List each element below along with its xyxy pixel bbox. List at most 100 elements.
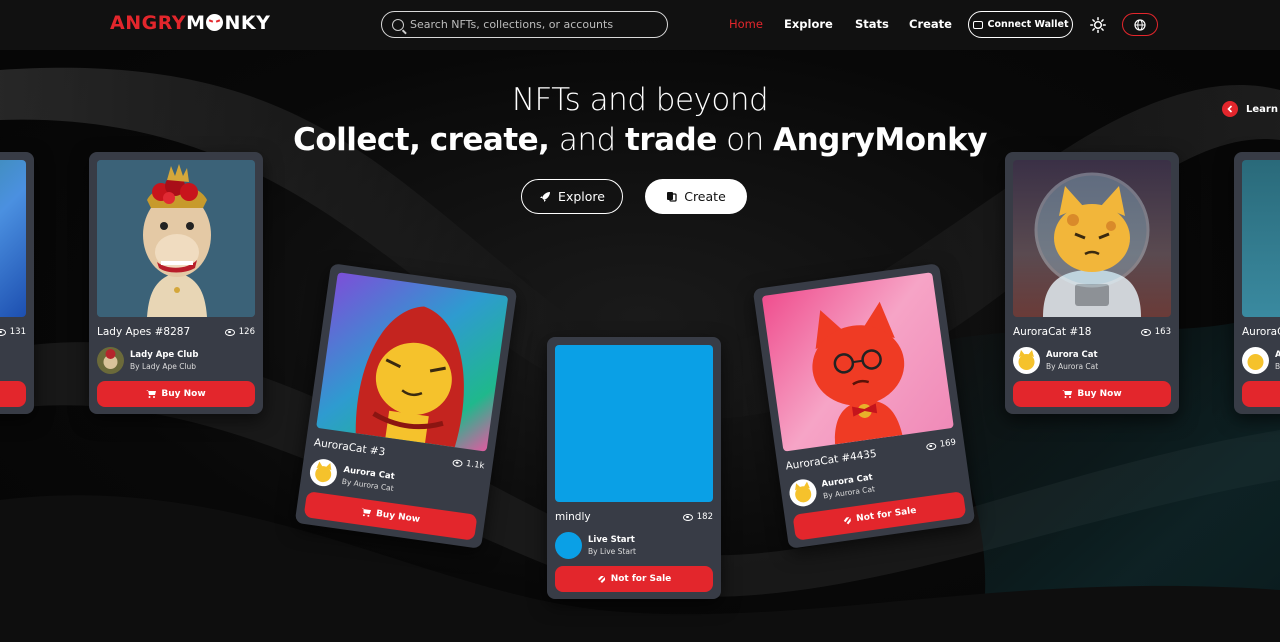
not-for-sale-label: Not for Sale [610, 574, 672, 584]
tag-off-icon [842, 515, 851, 526]
search-icon [392, 18, 404, 31]
angrymonky-logo[interactable]: ANGRYM NKY [110, 12, 270, 34]
monkey-face-icon [206, 14, 224, 31]
nft-card-lady-apes[interactable]: Lady Apes #8287 126 Lady Ape Club By Lad… [89, 152, 263, 414]
view-count: 182 [696, 512, 713, 522]
nft-card[interactable]: AuroraC A B [1234, 152, 1280, 414]
nft-name: mindly [555, 511, 591, 523]
aurora-cat-glasses-illustration [812, 301, 905, 445]
learn-label: Learn [1246, 103, 1278, 115]
nav-link-create[interactable]: Create [909, 17, 952, 31]
search-input[interactable] [410, 18, 650, 31]
create-button[interactable]: Create [645, 179, 747, 214]
nft-artwork [316, 272, 509, 452]
title-word-on: on [726, 122, 764, 158]
nft-card-auroracat-4435[interactable]: AuroraCat #4435 169 Aurora Cat By Aurora… [752, 263, 976, 549]
buy-now-button[interactable] [1242, 381, 1280, 407]
language-button[interactable] [1122, 13, 1158, 36]
connect-wallet-label: Connect Wallet [987, 19, 1069, 30]
eye-icon [682, 513, 693, 521]
title-word-trade: trade [625, 122, 717, 158]
wallet-icon [972, 20, 983, 29]
title-word-create: create, [429, 122, 550, 158]
nav-link-home[interactable]: Home [729, 17, 763, 31]
aurora-cat-hood-illustration [355, 306, 464, 448]
nft-artwork [1013, 160, 1171, 317]
nft-artwork [761, 272, 954, 452]
avatar [308, 456, 339, 488]
not-for-sale-label: Not for Sale [855, 505, 918, 525]
collection-name[interactable]: A [1275, 350, 1280, 360]
view-count: 169 [939, 437, 957, 450]
logo-text-nky: NKY [224, 12, 271, 34]
learn-link[interactable]: Learn [1222, 101, 1278, 117]
collection-name[interactable]: Live Start [588, 535, 636, 545]
eye-icon [0, 328, 6, 336]
collection-creator: By Live Start [588, 546, 636, 556]
not-for-sale-button[interactable]: Not for Sale [555, 566, 713, 592]
buy-now-label: Buy Now [1077, 389, 1122, 399]
collection-name[interactable]: Lady Ape Club [130, 350, 198, 360]
create-button-label: Create [684, 189, 726, 204]
cart-icon [1062, 390, 1073, 398]
lady-ape-illustration [97, 160, 255, 317]
nft-artwork [1242, 160, 1280, 317]
title-word-and: and [558, 122, 616, 158]
chevron-left-icon [1222, 101, 1238, 117]
avatar [555, 531, 582, 559]
nft-name: AuroraCat #3 [313, 436, 386, 459]
view-count: 163 [1154, 327, 1171, 337]
eye-icon [925, 441, 937, 451]
title-word-collect: Collect, [293, 122, 421, 158]
cart-icon [146, 390, 157, 398]
explore-button-label: Explore [558, 189, 605, 204]
logo-text-angry: ANGRY [110, 12, 187, 34]
avatar [1242, 346, 1269, 374]
hero-title-line1: NFTs and beyond [511, 82, 769, 118]
buy-now-button[interactable]: Buy Now [97, 381, 255, 407]
view-count: 126 [238, 327, 255, 337]
collection-creator: By Lady Ape Club [130, 361, 197, 371]
explore-button[interactable]: Explore [521, 179, 623, 214]
nav-link-stats[interactable]: Stats [855, 17, 889, 31]
avatar [787, 477, 819, 508]
buy-now-label: Buy Now [375, 508, 421, 525]
avatar [1013, 346, 1040, 374]
aurora-cat-astronaut-illustration [1034, 172, 1150, 317]
connect-wallet-button[interactable]: Connect Wallet [968, 11, 1073, 38]
title-word-brand: AngryMonky [773, 122, 987, 158]
nft-card-mindly[interactable]: mindly 182 Live Start By Live Start Not … [547, 337, 721, 599]
nav-link-explore[interactable]: Explore [784, 17, 833, 31]
view-count: 131 [9, 327, 26, 337]
nft-artwork [555, 345, 713, 502]
nft-card-auroracat-3[interactable]: AuroraCat #3 1.1k Aurora Cat By Aurora C… [294, 263, 518, 549]
cart-icon [361, 507, 372, 517]
create-icon [667, 192, 677, 202]
eye-icon [224, 328, 235, 336]
tag-off-icon [596, 574, 606, 584]
buy-now-button[interactable]: Buy Now [1013, 381, 1171, 407]
search-bar[interactable] [381, 11, 668, 38]
buy-now-label: Buy Now [161, 389, 206, 399]
collection-creator: B [1275, 361, 1280, 371]
nft-card[interactable]: 131 [0, 152, 34, 414]
sun-icon[interactable] [1090, 17, 1106, 33]
nft-card-auroracat-18[interactable]: AuroraCat #18 163 Aurora Cat By Aurora C… [1005, 152, 1179, 414]
collection-creator: By Aurora Cat [1046, 361, 1099, 371]
hero-section: NFTs and beyond Collect, create, and tra… [0, 50, 1280, 642]
logo-text-m: M [186, 12, 206, 34]
globe-icon [1134, 18, 1146, 31]
rocket-icon [540, 191, 551, 202]
buy-now-button[interactable] [0, 381, 26, 407]
nft-name: AuroraCat #18 [1013, 326, 1092, 338]
collection-name[interactable]: Aurora Cat [1046, 350, 1098, 360]
eye-icon [1140, 328, 1151, 336]
nft-name: AuroraC [1242, 326, 1280, 338]
nft-artwork [97, 160, 255, 317]
nft-artwork [0, 160, 26, 317]
avatar [97, 346, 124, 374]
nft-name: Lady Apes #8287 [97, 326, 191, 338]
top-navbar: ANGRYM NKY Home Explore Stats Create Conn… [0, 0, 1280, 50]
eye-icon [451, 458, 463, 467]
view-count: 1.1k [465, 458, 486, 472]
